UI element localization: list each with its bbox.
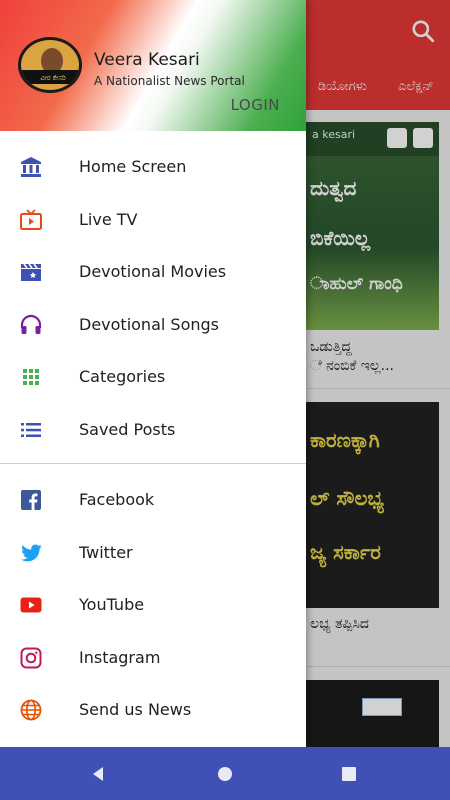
menu-item-youtube[interactable]: YouTube bbox=[0, 579, 306, 632]
social-menu: Facebook Twitter YouTube Instagram Send … bbox=[0, 474, 306, 737]
back-icon bbox=[93, 766, 103, 781]
back-button[interactable] bbox=[68, 747, 128, 800]
menu-divider bbox=[0, 463, 306, 464]
drawer-header: ವೀರ ಕೇಸರಿ Veera Kesari A Nationalist New… bbox=[0, 0, 306, 131]
grid-icon bbox=[23, 369, 39, 385]
recents-icon bbox=[342, 766, 356, 781]
menu-item-live-tv[interactable]: Live TV bbox=[0, 194, 306, 247]
menu-item-label: Live TV bbox=[79, 209, 138, 229]
globe-icon bbox=[20, 699, 42, 721]
menu-item-home-screen[interactable]: Home Screen bbox=[0, 141, 306, 194]
menu-item-categories[interactable]: Categories bbox=[0, 351, 306, 404]
menu-item-twitter[interactable]: Twitter bbox=[0, 527, 306, 580]
twitter-icon bbox=[21, 544, 42, 561]
menu-item-send-us-news[interactable]: Send us News bbox=[0, 684, 306, 737]
recents-button[interactable] bbox=[319, 747, 379, 800]
drawer-scrim[interactable] bbox=[306, 0, 450, 760]
menu-item-saved-posts[interactable]: Saved Posts bbox=[0, 404, 306, 457]
app-logo: ವೀರ ಕೇಸರಿ bbox=[18, 37, 82, 93]
menu-item-devotional-movies[interactable]: Devotional Movies bbox=[0, 246, 306, 299]
bank-icon bbox=[21, 157, 41, 177]
menu-item-facebook[interactable]: Facebook bbox=[0, 474, 306, 527]
app-tagline: A Nationalist News Portal bbox=[94, 74, 245, 88]
logo-text: ವೀರ ಕೇಸರಿ bbox=[40, 74, 66, 82]
menu-item-label: Saved Posts bbox=[79, 419, 176, 439]
menu-item-label: Instagram bbox=[79, 647, 161, 667]
login-button[interactable]: LOGIN bbox=[231, 96, 280, 114]
facebook-icon bbox=[21, 490, 41, 510]
youtube-icon bbox=[20, 597, 42, 613]
menu-item-label: Devotional Songs bbox=[79, 314, 219, 334]
movie-clapper-icon bbox=[21, 263, 41, 281]
home-icon bbox=[218, 766, 232, 781]
navigation-drawer: ವೀರ ಕೇಸರಿ Veera Kesari A Nationalist New… bbox=[0, 0, 306, 747]
menu-item-label: Facebook bbox=[79, 490, 155, 509]
menu-item-label: YouTube bbox=[79, 595, 145, 614]
menu-item-label: Devotional Movies bbox=[79, 262, 227, 281]
menu-item-label: Home Screen bbox=[79, 157, 187, 176]
system-navigation-bar bbox=[0, 747, 450, 800]
menu-item-label: Send us News bbox=[79, 700, 192, 719]
headphones-icon bbox=[20, 314, 42, 334]
main-menu: Home Screen Live TV Devotional Movies De… bbox=[0, 141, 306, 456]
home-button[interactable] bbox=[195, 747, 255, 800]
menu-item-label: Twitter bbox=[79, 542, 133, 562]
live-tv-icon bbox=[20, 208, 42, 230]
menu-item-instagram[interactable]: Instagram bbox=[0, 632, 306, 685]
menu-item-devotional-songs[interactable]: Devotional Songs bbox=[0, 299, 306, 352]
list-icon bbox=[21, 422, 41, 437]
menu-item-label: Categories bbox=[79, 367, 166, 386]
app-name: Veera Kesari bbox=[94, 50, 200, 70]
instagram-icon bbox=[20, 647, 42, 668]
